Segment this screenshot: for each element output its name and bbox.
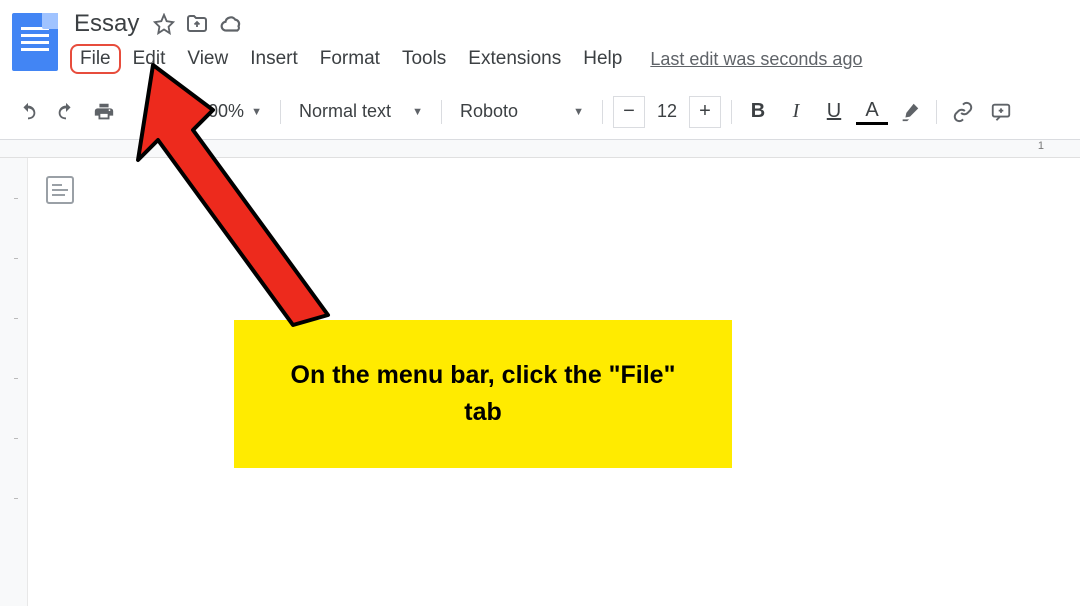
paragraph-style-value: Normal text: [299, 101, 391, 122]
insert-link-button[interactable]: [947, 96, 979, 128]
menu-edit[interactable]: Edit: [123, 44, 176, 74]
paragraph-style-selector[interactable]: Normal text ▼: [291, 97, 431, 126]
font-size-group: − +: [613, 96, 721, 128]
cloud-status-icon[interactable]: [219, 11, 245, 37]
toolbar-divider: [280, 100, 281, 124]
chevron-down-icon: ▼: [412, 106, 423, 118]
font-value: Roboto: [460, 101, 518, 122]
menubar: File Edit View Insert Format Tools Exten…: [70, 44, 862, 74]
menu-extensions[interactable]: Extensions: [458, 44, 571, 74]
zoom-value: 100%: [198, 101, 244, 122]
instruction-callout: On the menu bar, click the "File" tab: [234, 320, 732, 468]
print-icon[interactable]: [88, 96, 120, 128]
menu-file[interactable]: File: [70, 44, 121, 74]
toolbar-divider: [602, 100, 603, 124]
highlight-color-button[interactable]: [894, 96, 926, 128]
decrease-font-button[interactable]: −: [613, 96, 645, 128]
italic-button[interactable]: I: [780, 96, 812, 128]
document-title[interactable]: Essay: [70, 10, 143, 38]
increase-font-button[interactable]: +: [689, 96, 721, 128]
menu-format[interactable]: Format: [310, 44, 390, 74]
move-folder-icon[interactable]: [185, 12, 209, 36]
horizontal-ruler: 1: [0, 140, 1080, 158]
menu-view[interactable]: View: [177, 44, 238, 74]
chevron-down-icon: ▼: [573, 106, 584, 118]
toolbar-divider: [731, 100, 732, 124]
menu-help[interactable]: Help: [573, 44, 632, 74]
add-comment-button[interactable]: [985, 96, 1017, 128]
toolbar-divider: [441, 100, 442, 124]
last-edit-link[interactable]: Last edit was seconds ago: [650, 49, 862, 70]
font-selector[interactable]: Roboto ▼: [452, 97, 592, 126]
ruler-marker-label: 1: [1038, 140, 1044, 152]
underline-button[interactable]: U: [818, 96, 850, 128]
font-size-input[interactable]: [645, 96, 689, 128]
text-color-button[interactable]: A: [856, 99, 888, 125]
star-icon[interactable]: [153, 13, 175, 35]
vertical-ruler: [0, 158, 28, 606]
menu-insert[interactable]: Insert: [240, 44, 308, 74]
zoom-selector[interactable]: 100% ▼: [190, 97, 270, 126]
docs-logo-icon[interactable]: [12, 13, 58, 71]
toolbar-divider: [936, 100, 937, 124]
callout-text: On the menu bar, click the "File" tab: [274, 357, 692, 432]
redo-icon[interactable]: [50, 96, 82, 128]
document-outline-icon[interactable]: [46, 176, 74, 204]
menu-tools[interactable]: Tools: [392, 44, 456, 74]
toolbar: 100% ▼ Normal text ▼ Roboto ▼ − + B I U …: [0, 84, 1080, 140]
undo-icon[interactable]: [12, 96, 44, 128]
chevron-down-icon: ▼: [251, 106, 262, 118]
bold-button[interactable]: B: [742, 96, 774, 128]
